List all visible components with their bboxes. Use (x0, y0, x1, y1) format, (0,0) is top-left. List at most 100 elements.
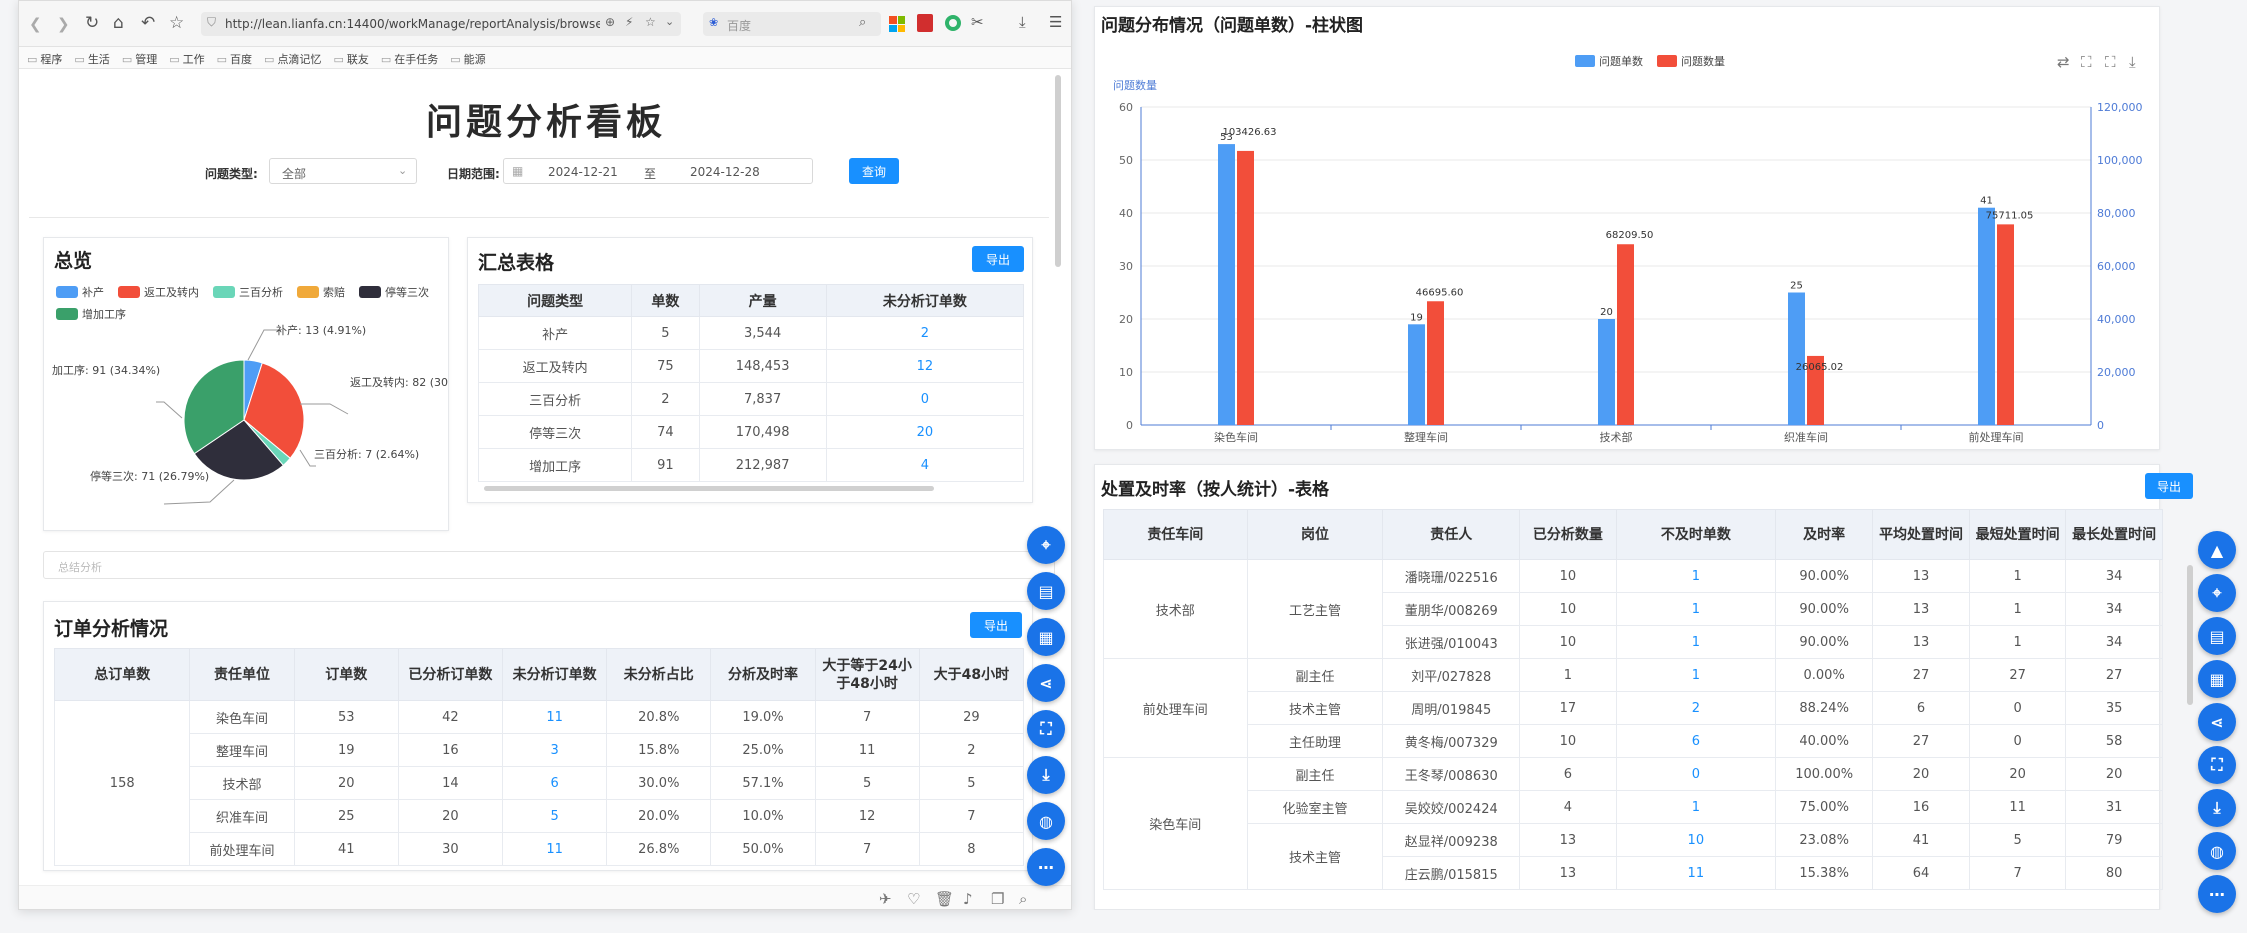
table-cell[interactable]: 10 (1615, 823, 1777, 857)
table-cell[interactable]: 0 (1615, 757, 1777, 791)
zoom-area-icon[interactable]: ⛶ (2081, 53, 2092, 71)
table-cell[interactable]: 1 (1615, 559, 1777, 593)
table-cell[interactable]: 3 (501, 733, 608, 767)
query-button[interactable]: 查询 (849, 158, 899, 184)
bookmark-item[interactable]: ▭ 程序 (27, 51, 62, 67)
legend-item[interactable]: 索赔 (297, 284, 345, 300)
calendar-button[interactable]: ▦ (2198, 660, 2236, 698)
forward-icon[interactable]: ❯ (57, 15, 70, 33)
bookmark-item[interactable]: ▭ 管理 (122, 51, 157, 67)
table-cell[interactable]: 11 (501, 832, 608, 866)
table-cell[interactable]: 1 (1615, 592, 1777, 626)
bar-count[interactable] (1978, 207, 1995, 425)
chat-button[interactable]: ▤ (1027, 572, 1065, 610)
trash-icon[interactable]: 🗑 (935, 890, 954, 908)
date-end[interactable]: 2024-12-28 (690, 165, 760, 179)
download-button[interactable]: ⤓ (2198, 789, 2236, 827)
bar-quantity[interactable] (1427, 301, 1444, 425)
more-button[interactable]: ⋯ (1027, 848, 1065, 886)
rocket-icon[interactable]: ✈ (879, 890, 892, 908)
globe-button[interactable]: ◍ (2198, 832, 2236, 870)
table-cell[interactable]: 5 (501, 799, 608, 833)
legend-item[interactable]: 补产 (56, 284, 104, 300)
summary-export-button[interactable]: 导出 (972, 246, 1024, 272)
search-box[interactable]: ❀ 百度 ⌕ (703, 12, 881, 36)
bar-count[interactable] (1598, 319, 1615, 425)
bookmark-item[interactable]: ▭ 生活 (74, 51, 109, 67)
summary-scrollbar[interactable] (484, 486, 934, 491)
bar-quantity[interactable] (1617, 244, 1634, 425)
table-cell[interactable]: 6 (1615, 724, 1777, 758)
left-scrollbar[interactable] (1055, 75, 1061, 267)
bookmark-item[interactable]: ▭ 工作 (169, 51, 204, 67)
legend-item[interactable]: 问题单数 (1575, 53, 1643, 69)
order-export-button[interactable]: 导出 (970, 612, 1022, 638)
table-cell[interactable]: 11 (1615, 856, 1777, 890)
search-icon[interactable]: ⌕ (859, 15, 866, 30)
bookmark-item[interactable]: ▭ 百度 (217, 51, 252, 67)
address-bar[interactable]: ⛉ http://lean.lianfa.cn:14400/workManage… (201, 12, 681, 36)
table-cell[interactable]: 1 (1615, 658, 1777, 692)
magnifier-icon[interactable]: ⌕ (1019, 890, 1027, 908)
bar-count[interactable] (1788, 292, 1805, 426)
more-button[interactable]: ⋯ (2198, 875, 2236, 913)
bar-quantity[interactable] (1997, 224, 2014, 425)
speaker-icon[interactable]: ♪ (963, 890, 973, 908)
home-icon[interactable]: ⌂ (113, 13, 124, 33)
legend-item[interactable]: 返工及转内 (118, 284, 199, 300)
dropdown-icon[interactable]: ⌄ (665, 15, 674, 28)
zoom-icon[interactable]: ⊕ (605, 15, 615, 29)
date-start[interactable]: 2024-12-21 (548, 165, 618, 179)
extension-green-icon[interactable] (945, 15, 961, 31)
table-cell[interactable]: 11 (501, 700, 608, 734)
table-cell[interactable]: 0 (825, 382, 1025, 416)
share-button[interactable]: ⋖ (1027, 664, 1065, 702)
menu-icon[interactable]: ☰ (1049, 13, 1062, 31)
filter-type-select[interactable]: 全部 ⌄ (269, 158, 417, 184)
heart-icon[interactable]: ♡ (907, 890, 920, 908)
windows-icon[interactable] (889, 16, 905, 32)
bar-count[interactable] (1408, 324, 1425, 425)
summary-analysis-input[interactable]: 总结分析 (43, 551, 1055, 579)
globe-button[interactable]: ◍ (1027, 802, 1065, 840)
download-icon[interactable]: ⤓ (1019, 13, 1026, 31)
bar-quantity[interactable] (1237, 150, 1254, 425)
bookmark-star-icon[interactable]: ☆ (645, 15, 656, 29)
scroll-top-button[interactable]: ▲ (2198, 531, 2236, 569)
download-button[interactable]: ⤓ (1027, 756, 1065, 794)
bookmark-item[interactable]: ▭ 联友 (333, 51, 368, 67)
fullscreen-button[interactable]: ⛶ (1027, 710, 1065, 748)
lightning-icon[interactable]: ⚡ (625, 15, 633, 29)
date-range-picker[interactable]: ▦ 2024-12-21 至 2024-12-28 (503, 158, 813, 184)
bookmark-item[interactable]: ▭ 在手任务 (381, 51, 438, 67)
table-cell[interactable]: 2 (1615, 691, 1777, 725)
table-cell[interactable]: 20 (825, 415, 1025, 449)
legend-item[interactable]: 停等三次 (359, 284, 429, 300)
table-cell[interactable]: 1 (1615, 790, 1777, 824)
bar-count[interactable] (1218, 144, 1235, 425)
extension-puzzle-icon[interactable]: ✂ (971, 13, 984, 31)
window-icon[interactable]: ❐ (991, 890, 1004, 908)
extension-red-icon[interactable] (917, 14, 933, 32)
share-button[interactable]: ⋖ (2198, 703, 2236, 741)
table-cell[interactable]: 1 (1615, 625, 1777, 659)
swap-icon[interactable]: ⇄ (2057, 53, 2070, 71)
legend-item[interactable]: 问题数量 (1657, 53, 1725, 69)
rate-scrollbar[interactable] (2187, 565, 2193, 705)
table-cell[interactable]: 4 (825, 448, 1025, 482)
rate-export-button[interactable]: 导出 (2145, 473, 2193, 499)
table-cell[interactable]: 2 (825, 316, 1025, 350)
table-cell[interactable]: 6 (501, 766, 608, 800)
zoom-reset-icon[interactable]: ⛶ (2105, 53, 2116, 71)
bookmark-item[interactable]: ▭ 能源 (450, 51, 485, 67)
fullscreen-button[interactable]: ⛶ (2198, 746, 2236, 784)
legend-item[interactable]: 三百分析 (213, 284, 283, 300)
bookmark-item[interactable]: ▭ 点滴记忆 (264, 51, 321, 67)
save-image-icon[interactable]: ⤓ (2129, 53, 2136, 71)
table-cell[interactable]: 12 (825, 349, 1025, 383)
calendar-button[interactable]: ▦ (1027, 618, 1065, 656)
location-button[interactable]: ⌖ (1027, 526, 1065, 564)
back-icon[interactable]: ❮ (29, 15, 42, 33)
location-button[interactable]: ⌖ (2198, 574, 2236, 612)
reload-icon[interactable]: ↻ (85, 13, 99, 33)
